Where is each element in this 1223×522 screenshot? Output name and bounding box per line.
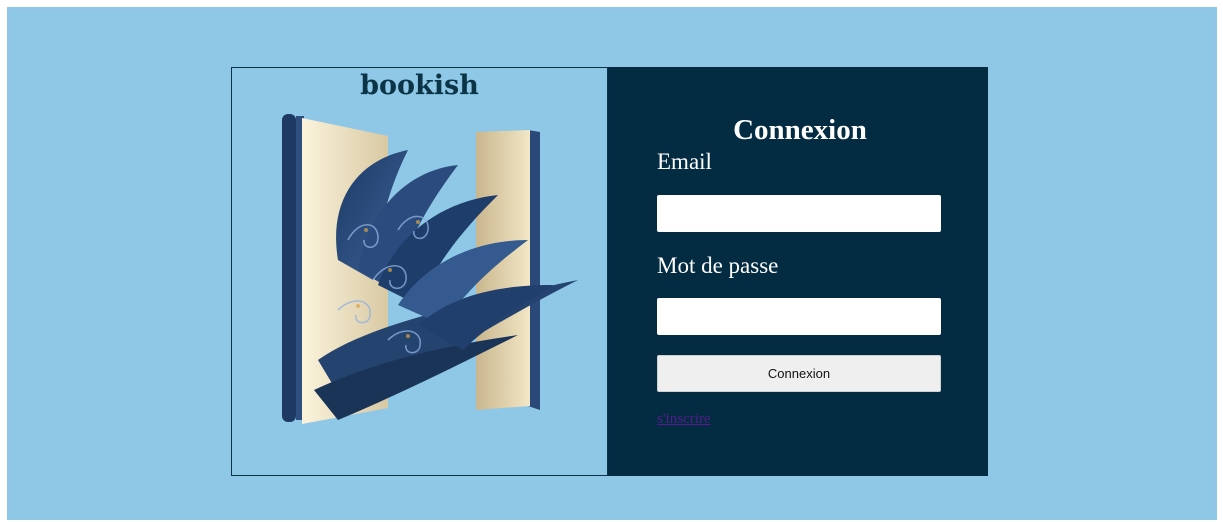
login-form-panel: Connexion Email Mot de passe Connexion s… — [608, 67, 988, 476]
page-background: bookish Connexion Email Mot de passe Con… — [7, 7, 1217, 520]
login-button[interactable]: Connexion — [657, 355, 941, 392]
email-label: Email — [657, 149, 712, 174]
brand-panel: bookish — [231, 67, 608, 476]
login-card: bookish Connexion Email Mot de passe Con… — [231, 67, 988, 476]
email-field[interactable] — [657, 195, 941, 232]
brand-title: bookish — [360, 70, 479, 101]
password-label: Mot de passe — [657, 253, 779, 278]
form-title: Connexion — [733, 114, 867, 146]
signup-link[interactable]: s'inscrire — [657, 411, 711, 428]
open-book-illustration-icon — [282, 114, 578, 424]
password-field[interactable] — [657, 298, 941, 335]
